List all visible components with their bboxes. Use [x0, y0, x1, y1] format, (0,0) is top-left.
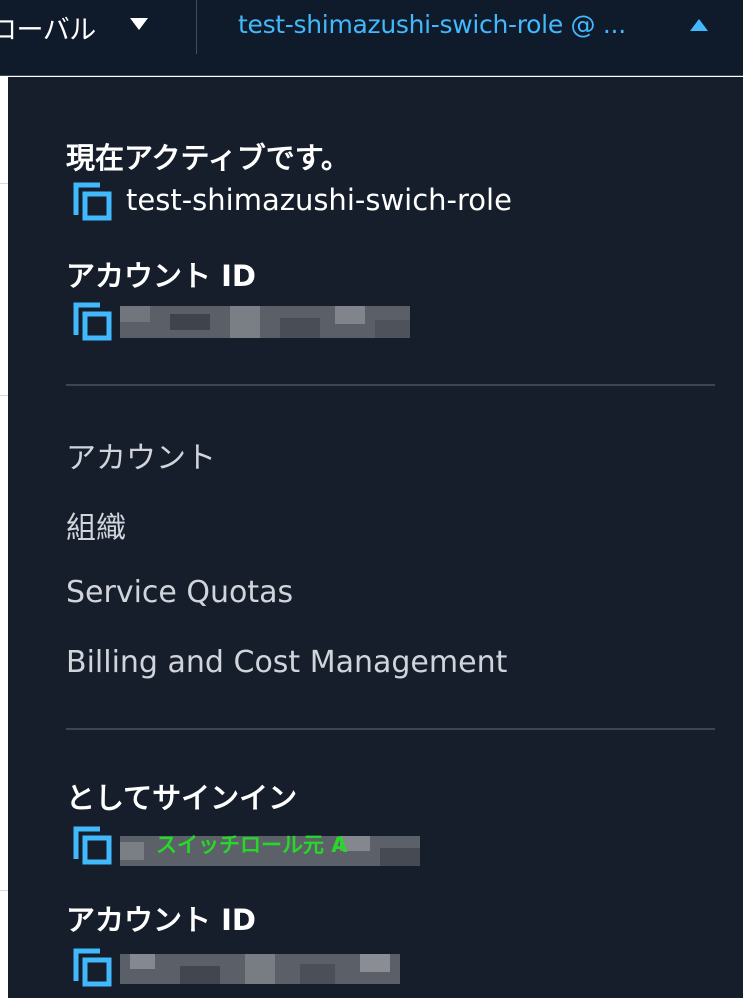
account-menu-button[interactable]: test-shimazushi-swich-role @ ...	[238, 10, 626, 39]
copy-icon[interactable]	[72, 181, 116, 225]
top-navigation-bar: ローバル test-shimazushi-swich-role @ ...	[0, 0, 743, 76]
annotation-label: スイッチロール元 A	[156, 833, 348, 857]
active-role-name: test-shimazushi-swich-role	[126, 183, 512, 217]
region-selector-label[interactable]: ローバル	[0, 8, 96, 47]
caret-down-icon[interactable]	[130, 18, 148, 30]
masked-account-id	[120, 306, 410, 338]
account-dropdown-panel: 現在アクティブです。 test-shimazushi-swich-role アカ…	[8, 77, 743, 998]
signed-in-as-heading: としてサインイン	[66, 781, 298, 815]
topbar-divider	[196, 0, 197, 54]
menu-link-account[interactable]: アカウント	[66, 433, 216, 477]
menu-link-organizations[interactable]: 組織	[66, 503, 126, 547]
active-session-heading: 現在アクティブです。	[66, 141, 350, 175]
active-account-id-heading: アカウント ID	[66, 259, 256, 293]
caret-up-icon[interactable]	[690, 19, 708, 31]
signed-in-account-id-heading: アカウント ID	[66, 903, 256, 937]
copy-icon[interactable]	[72, 301, 116, 345]
background-divider	[0, 183, 8, 184]
copy-icon[interactable]	[72, 825, 116, 869]
section-divider	[66, 384, 715, 386]
background-divider	[0, 890, 8, 891]
copy-icon[interactable]	[72, 947, 116, 991]
masked-account-id	[120, 954, 400, 984]
background-divider	[0, 395, 8, 396]
menu-link-billing[interactable]: Billing and Cost Management	[66, 645, 507, 680]
menu-link-service-quotas[interactable]: Service Quotas	[66, 575, 293, 610]
section-divider	[66, 728, 715, 730]
background-page	[0, 77, 8, 998]
